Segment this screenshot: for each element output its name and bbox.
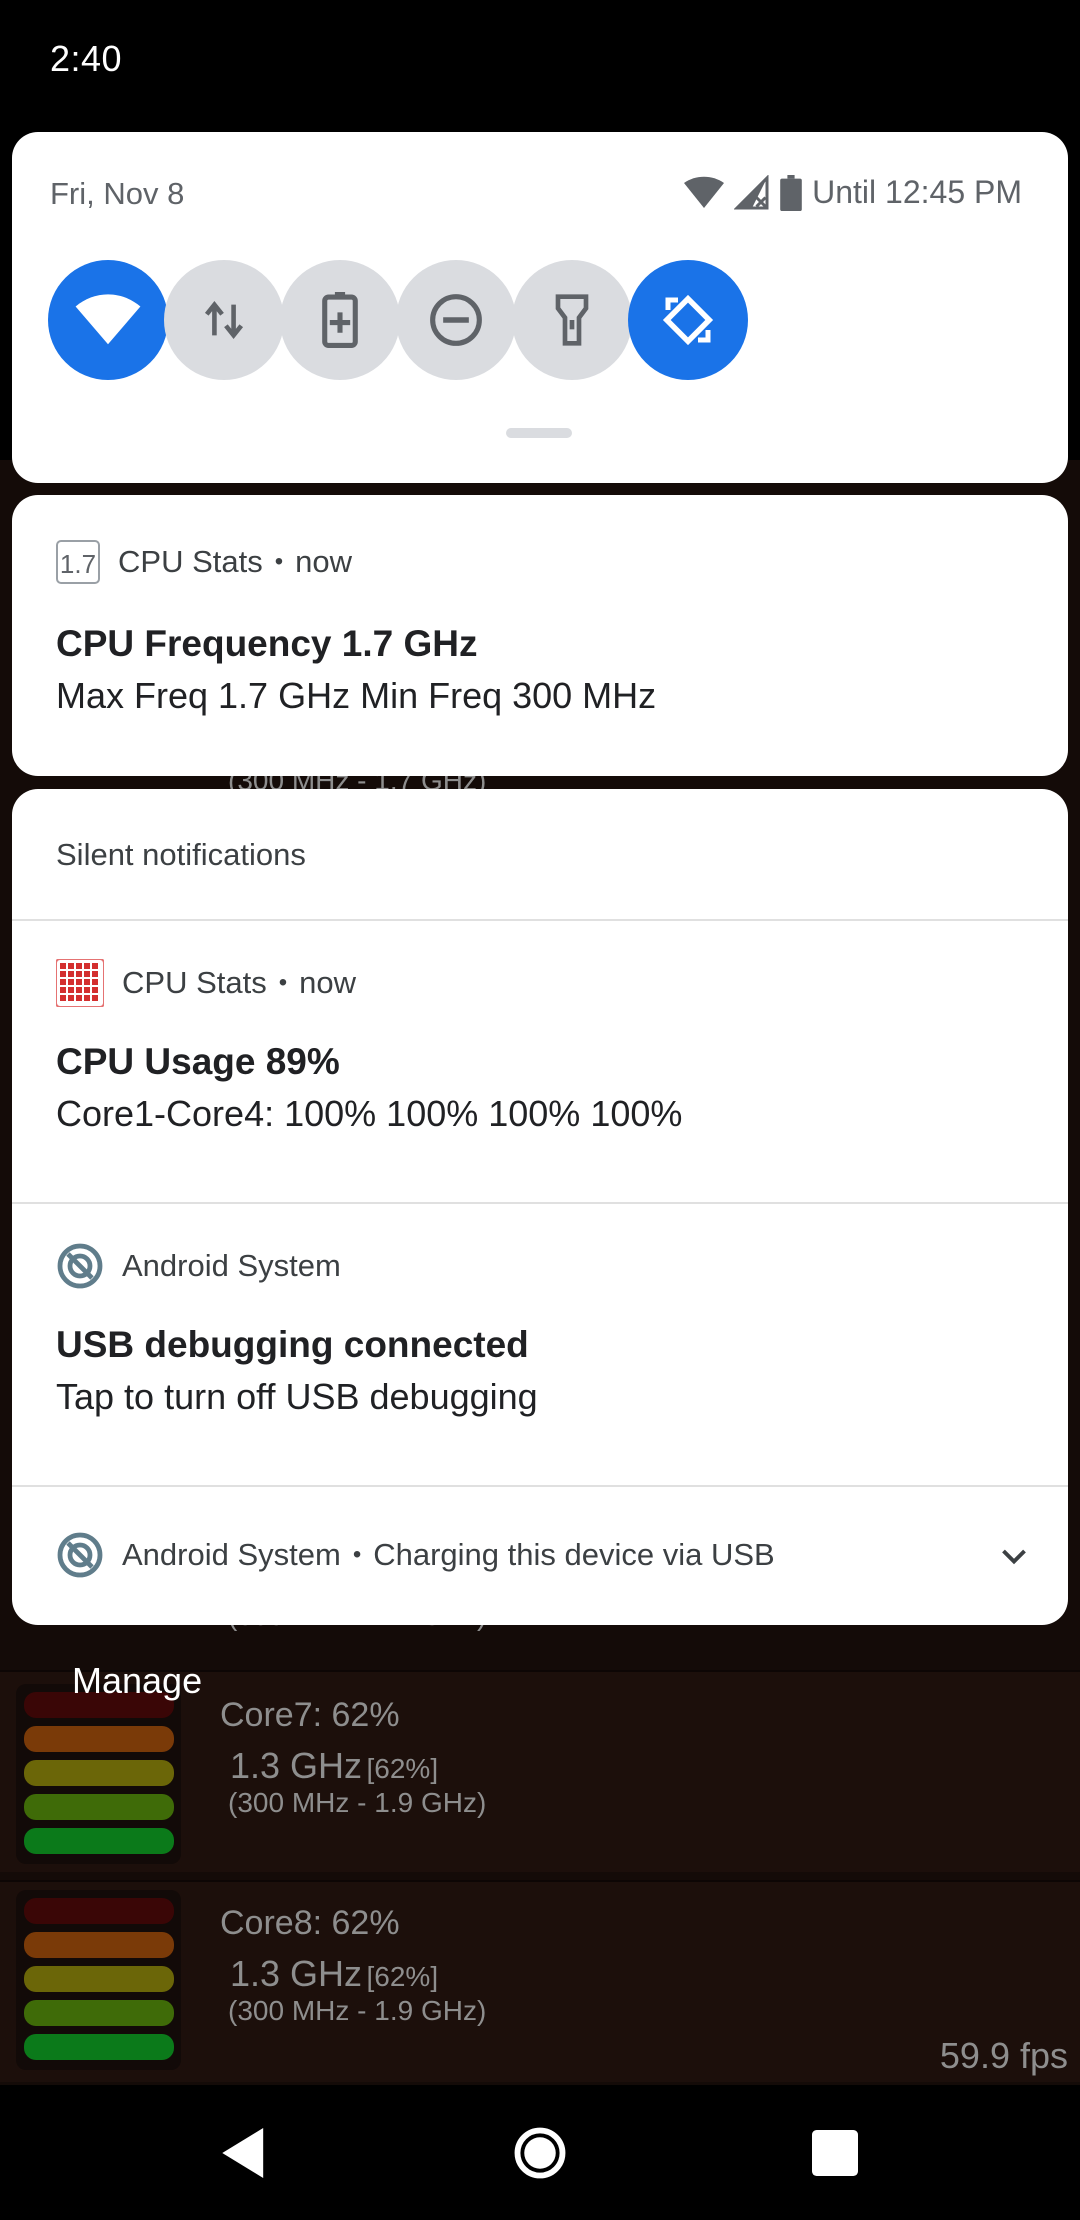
silent-notifications-group: Silent notifications CPU Stats • now CPU… — [12, 789, 1068, 1625]
notification-usb-debugging[interactable]: Android System USB debugging connected T… — [12, 1204, 1068, 1484]
notification-time: now — [295, 544, 352, 579]
tile-auto-rotate[interactable] — [628, 260, 748, 380]
qs-expand-handle[interactable] — [506, 428, 572, 438]
notification-title: USB debugging connected — [56, 1324, 529, 1365]
notification-app-name: Android System — [122, 1248, 341, 1283]
notification-header: CPU Stats • now — [56, 959, 356, 1007]
fps-counter: 59.9 fps — [939, 2035, 1068, 2076]
flashlight-icon — [555, 294, 589, 346]
manage-button[interactable]: Manage — [72, 1660, 202, 1702]
notification-app-name: CPU Stats — [122, 965, 267, 1000]
notification-header: 1.7 CPU Stats • now — [56, 540, 352, 584]
quick-settings-panel: Fri, Nov 8 Until 12:45 PM — [12, 132, 1068, 483]
core-label: Core8: 62% — [220, 1904, 400, 1942]
cpu-freq-app-icon: 1.7 — [56, 540, 100, 584]
core-range: (300 MHz - 1.9 GHz) — [228, 1995, 487, 2026]
silent-notifications-header: Silent notifications — [56, 837, 306, 872]
notification-cpu-usage[interactable]: CPU Stats • now CPU Usage 89% Core1-Core… — [12, 921, 1068, 1201]
notification-time: now — [299, 965, 356, 1000]
tile-flashlight[interactable] — [512, 260, 632, 380]
notification-title: CPU Usage 89% — [56, 1041, 340, 1082]
core-bars — [16, 1684, 181, 1864]
notification-text: Core1-Core4: 100% 100% 100% 100% — [56, 1093, 683, 1134]
notification-app-name: CPU Stats — [118, 544, 263, 579]
core-pct: [62%] — [366, 1753, 439, 1784]
tile-wifi[interactable] — [48, 260, 168, 380]
battery-until-text: Until 12:45 PM — [812, 174, 1022, 210]
back-icon[interactable] — [222, 2128, 268, 2178]
chevron-down-icon[interactable] — [996, 1539, 1032, 1575]
notification-text: Max Freq 1.7 GHz Min Freq 300 MHz — [56, 675, 657, 716]
home-icon[interactable] — [513, 2126, 567, 2180]
tile-battery-saver[interactable] — [280, 260, 400, 380]
android-system-icon — [57, 1243, 103, 1289]
notification-header: Android System — [56, 1242, 341, 1290]
wifi-icon — [75, 294, 141, 345]
notification-cpu-frequency[interactable]: 1.7 CPU Stats • now CPU Frequency 1.7 GH… — [12, 495, 1068, 776]
auto-rotate-icon — [662, 294, 714, 346]
notification-title: CPU Frequency 1.7 GHz — [56, 623, 478, 664]
status-time: 2:40 — [50, 38, 123, 79]
wifi-status-icon — [684, 176, 725, 208]
core-pct: [62%] — [366, 1961, 439, 1992]
core-row-8: Core8: 62% 1.3 GHz [62%] (300 MHz - 1.9 … — [0, 1880, 1080, 2082]
navigation-bar — [0, 2085, 1080, 2220]
android-system-icon — [57, 1532, 103, 1578]
no-signal-icon — [734, 174, 769, 209]
tile-mobile-data[interactable] — [164, 260, 284, 380]
data-arrows-icon — [204, 300, 244, 340]
battery-saver-icon — [322, 292, 358, 348]
notification-header: Android System • Charging this device vi… — [56, 1531, 775, 1579]
recents-icon[interactable] — [812, 2130, 858, 2176]
core-range: (300 MHz - 1.9 GHz) — [228, 1787, 487, 1818]
notification-charging[interactable]: Android System • Charging this device vi… — [12, 1487, 1068, 1625]
notification-text: Charging this device via USB — [373, 1537, 775, 1572]
status-bar: 2:40 — [0, 0, 1080, 132]
tile-do-not-disturb[interactable] — [396, 260, 516, 380]
cpu-grid-icon — [56, 959, 104, 1007]
core-label: Core7: 62% — [220, 1696, 400, 1734]
qs-status-icons: Until 12:45 PM — [684, 174, 1022, 211]
qs-date[interactable]: Fri, Nov 8 — [50, 176, 184, 212]
notification-app-name: Android System — [122, 1537, 341, 1572]
notification-text: Tap to turn off USB debugging — [56, 1376, 538, 1417]
core-freq: 1.3 GHz — [230, 1745, 363, 1786]
core-freq: 1.3 GHz — [230, 1953, 363, 1994]
battery-icon — [780, 174, 802, 211]
core-bars — [16, 1890, 181, 2070]
dnd-icon — [430, 294, 482, 346]
